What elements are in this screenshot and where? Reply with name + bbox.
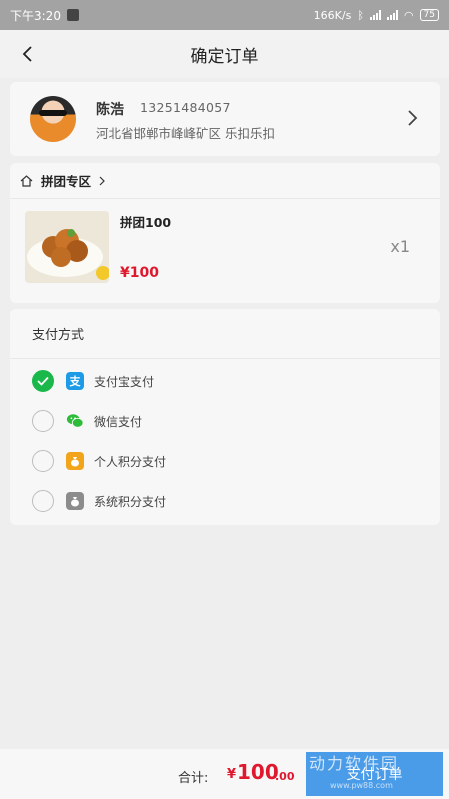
pay-order-button[interactable]: 支付订单 <box>306 752 443 796</box>
wifi-icon: ◠ <box>403 8 414 22</box>
payment-option-wechat[interactable]: 微信支付 <box>10 405 440 437</box>
page-title: 确定订单 <box>190 46 259 67</box>
payment-option-label: 个人积分支付 <box>94 454 167 469</box>
chevron-right-icon <box>99 176 105 185</box>
money-bag-icon <box>66 492 84 510</box>
signal-icon <box>369 10 381 20</box>
radio-unchecked-icon[interactable] <box>32 410 54 432</box>
recipient-name: 陈浩 <box>96 102 124 118</box>
wechat-icon <box>66 412 84 430</box>
payment-method-title: 支付方式 <box>10 309 440 359</box>
total-amount: 100 <box>237 760 279 784</box>
radio-checked-icon[interactable] <box>32 370 54 392</box>
product-quantity: x1 <box>390 237 410 256</box>
avatar <box>30 96 76 142</box>
total-label: 合计: <box>178 771 209 786</box>
payment-option-label: 微信支付 <box>94 414 143 429</box>
status-bar: 下午3:20 166K/s ᛒ ◠ 75 <box>0 0 449 30</box>
bluetooth-icon: ᛒ <box>357 8 364 22</box>
total-currency: ¥ <box>227 767 237 782</box>
total-decimal: .00 <box>275 770 295 783</box>
product-name: 拼团100 <box>120 215 172 230</box>
payment-option-label: 支付宝支付 <box>94 374 155 389</box>
network-speed: 166K/s <box>313 8 352 22</box>
product-price: ¥100 <box>120 265 159 281</box>
alipay-icon: 支 <box>66 372 84 390</box>
group-zone-link[interactable]: 拼团专区 <box>10 163 440 199</box>
money-bag-icon <box>66 452 84 470</box>
chevron-left-icon <box>22 46 32 62</box>
checkout-bar: 合计: ¥ 100 .00 支付订单 <box>0 749 449 799</box>
chevron-right-icon[interactable] <box>406 108 420 128</box>
nav-bar: 确定订单 <box>0 30 449 78</box>
radio-unchecked-icon[interactable] <box>32 450 54 472</box>
signal-icon-2 <box>386 10 398 20</box>
group-zone-title: 拼团专区 <box>41 174 92 189</box>
product-image <box>25 211 109 283</box>
payment-option-alipay[interactable]: 支 支付宝支付 <box>10 365 440 397</box>
back-button[interactable] <box>16 42 40 66</box>
recipient-address: 河北省邯郸市峰峰矿区 乐扣乐扣 <box>96 126 275 141</box>
recipient-phone: 13251484057 <box>140 100 231 115</box>
payment-option-system-points[interactable]: 系统积分支付 <box>10 485 440 517</box>
notification-icon <box>66 9 79 21</box>
radio-unchecked-icon[interactable] <box>32 490 54 512</box>
address-card[interactable]: 陈浩 13251484057 河北省邯郸市峰峰矿区 乐扣乐扣 <box>10 82 440 156</box>
payment-method-card: 支付方式 支 支付宝支付 微信支付 个人积分支付 系统积分支付 <box>10 309 440 525</box>
payment-option-personal-points[interactable]: 个人积分支付 <box>10 445 440 477</box>
payment-option-label: 系统积分支付 <box>94 494 167 509</box>
group-order-card: 拼团专区 拼团100 ¥100 x1 <box>10 163 440 303</box>
status-time: 下午3:20 <box>10 8 61 23</box>
battery-icon: 75 <box>419 9 439 21</box>
home-icon <box>20 174 33 187</box>
